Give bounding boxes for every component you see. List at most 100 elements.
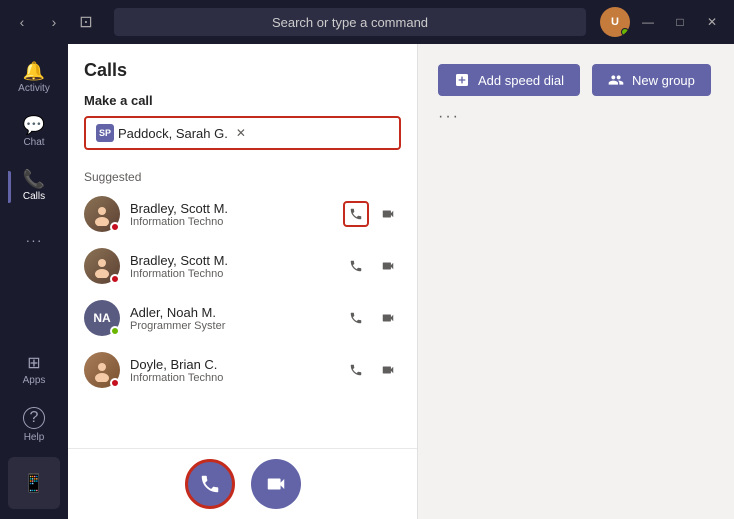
sidebar-label-activity: Activity [18, 83, 50, 94]
contact-dept-noah: Programmer Syster [130, 320, 333, 332]
caller-remove-button[interactable]: ✕ [236, 126, 246, 140]
video-svg-doyle [381, 363, 395, 377]
contact-name-scott2: Bradley, Scott M. [130, 253, 333, 268]
video-svg-noah [381, 311, 395, 325]
chat-icon: 💬 [23, 116, 45, 134]
new-group-label: New group [632, 73, 695, 88]
sidebar-item-chat-wrapper: 💬 Chat [8, 106, 60, 160]
sidebar-item-apps[interactable]: ⊞ Apps [8, 345, 60, 397]
audio-call-icon-scott2[interactable] [343, 253, 369, 279]
search-bar[interactable]: Search or type a command [114, 8, 586, 36]
maximize-button[interactable]: □ [666, 8, 694, 36]
titlebar-nav: ‹ › ⊡ [8, 8, 100, 36]
new-window-button[interactable]: ⊡ [72, 8, 100, 36]
video-call-icon-scott1[interactable] [375, 201, 401, 227]
caller-tag: SP Paddock, Sarah G. ✕ [96, 124, 246, 142]
titlebar-right: U — □ ✕ [600, 7, 726, 37]
person-silhouette-scott2 [90, 254, 114, 278]
status-dot-scott2 [110, 274, 120, 284]
more-options-button[interactable]: ··· [438, 108, 714, 126]
audio-call-icon-scott1[interactable] [343, 201, 369, 227]
contact-dept-scott1: Information Techno [130, 216, 333, 228]
forward-button[interactable]: › [40, 8, 68, 36]
audio-call-svg [199, 473, 221, 495]
contact-item-scott2[interactable]: Bradley, Scott M. Information Techno [68, 240, 417, 292]
contact-dept-scott2: Information Techno [130, 268, 333, 280]
sidebar-item-chat[interactable]: 💬 Chat [8, 106, 60, 158]
add-speed-dial-button[interactable]: Add speed dial [438, 64, 580, 96]
phone-svg-scott2 [349, 259, 363, 273]
sidebar-item-activity-wrapper: 🔔 Activity [8, 52, 60, 106]
left-panel-header: Calls Make a call SP Paddock, Sarah G. ✕ [68, 44, 417, 170]
person-silhouette-doyle [90, 358, 114, 382]
video-call-button[interactable] [251, 459, 301, 509]
back-button[interactable]: ‹ [8, 8, 36, 36]
status-dot-scott1 [110, 222, 120, 232]
status-dot-noah [110, 326, 120, 336]
contact-name-doyle: Doyle, Brian C. [130, 357, 333, 372]
calls-icon: 📞 [23, 170, 45, 188]
audio-call-icon-noah[interactable] [343, 305, 369, 331]
sidebar-item-calls[interactable]: 📞 Calls [8, 160, 60, 212]
caller-initials: SP [96, 124, 114, 142]
add-speed-dial-icon [454, 72, 470, 88]
contact-dept-doyle: Information Techno [130, 372, 333, 384]
contact-name-noah: Adler, Noah M. [130, 305, 333, 320]
user-avatar[interactable]: U [600, 7, 630, 37]
contact-actions-noah [343, 305, 401, 331]
audio-call-button[interactable] [185, 459, 235, 509]
new-group-icon [608, 72, 624, 88]
contact-item-doyle[interactable]: Doyle, Brian C. Information Techno [68, 344, 417, 396]
page-title: Calls [84, 60, 401, 81]
video-call-svg [265, 473, 287, 495]
contact-name-scott1: Bradley, Scott M. [130, 201, 333, 216]
add-speed-dial-label: Add speed dial [478, 73, 564, 88]
sidebar-label-apps: Apps [23, 375, 46, 386]
active-indicator [8, 171, 11, 203]
video-svg-scott2 [381, 259, 395, 273]
audio-call-icon-doyle[interactable] [343, 357, 369, 383]
suggested-label: Suggested [68, 170, 417, 184]
minimize-button[interactable]: — [634, 8, 662, 36]
person-silhouette-scott1 [90, 202, 114, 226]
new-group-button[interactable]: New group [592, 64, 711, 96]
sidebar-item-help[interactable]: ? Help [8, 399, 60, 451]
sidebar-label-chat: Chat [23, 137, 44, 148]
video-call-icon-doyle[interactable] [375, 357, 401, 383]
main-layout: 🔔 Activity 💬 Chat 📞 Calls ··· ⊞ Apps [0, 44, 734, 519]
contact-actions-scott1 [343, 201, 401, 227]
make-call-label: Make a call [84, 93, 401, 108]
contact-actions-doyle [343, 357, 401, 383]
device-icon: 📱 [23, 474, 45, 492]
phone-svg-doyle [349, 363, 363, 377]
close-button[interactable]: ✕ [698, 8, 726, 36]
contact-actions-scott2 [343, 253, 401, 279]
contact-item-noah[interactable]: NA Adler, Noah M. Programmer Syster [68, 292, 417, 344]
apps-icon: ⊞ [27, 356, 40, 372]
sidebar-label-calls: Calls [23, 191, 45, 202]
help-icon: ? [23, 407, 45, 429]
video-call-icon-scott2[interactable] [375, 253, 401, 279]
phone-svg-scott1 [349, 207, 363, 221]
sidebar-item-activity[interactable]: 🔔 Activity [8, 52, 60, 104]
contact-info-scott1: Bradley, Scott M. Information Techno [130, 201, 333, 228]
contact-avatar-scott2 [84, 248, 120, 284]
contact-info-noah: Adler, Noah M. Programmer Syster [130, 305, 333, 332]
avatar-status-dot [621, 28, 629, 36]
sidebar-item-device[interactable]: 📱 [8, 457, 60, 509]
more-icon: ··· [26, 233, 43, 247]
left-panel: Calls Make a call SP Paddock, Sarah G. ✕… [68, 44, 418, 519]
contact-item-scott1[interactable]: Bradley, Scott M. Information Techno [68, 188, 417, 240]
sidebar: 🔔 Activity 💬 Chat 📞 Calls ··· ⊞ Apps [0, 44, 68, 519]
contact-info-doyle: Doyle, Brian C. Information Techno [130, 357, 333, 384]
status-dot-doyle [110, 378, 120, 388]
speed-dial-buttons: Add speed dial New group [438, 64, 714, 96]
bottom-call-bar [68, 448, 417, 519]
avatar-initials: U [611, 16, 619, 28]
call-input-box[interactable]: SP Paddock, Sarah G. ✕ [84, 116, 401, 150]
video-call-icon-noah[interactable] [375, 305, 401, 331]
sidebar-item-more[interactable]: ··· [8, 214, 60, 266]
contact-info-scott2: Bradley, Scott M. Information Techno [130, 253, 333, 280]
video-svg-scott1 [381, 207, 395, 221]
activity-icon: 🔔 [23, 62, 45, 80]
